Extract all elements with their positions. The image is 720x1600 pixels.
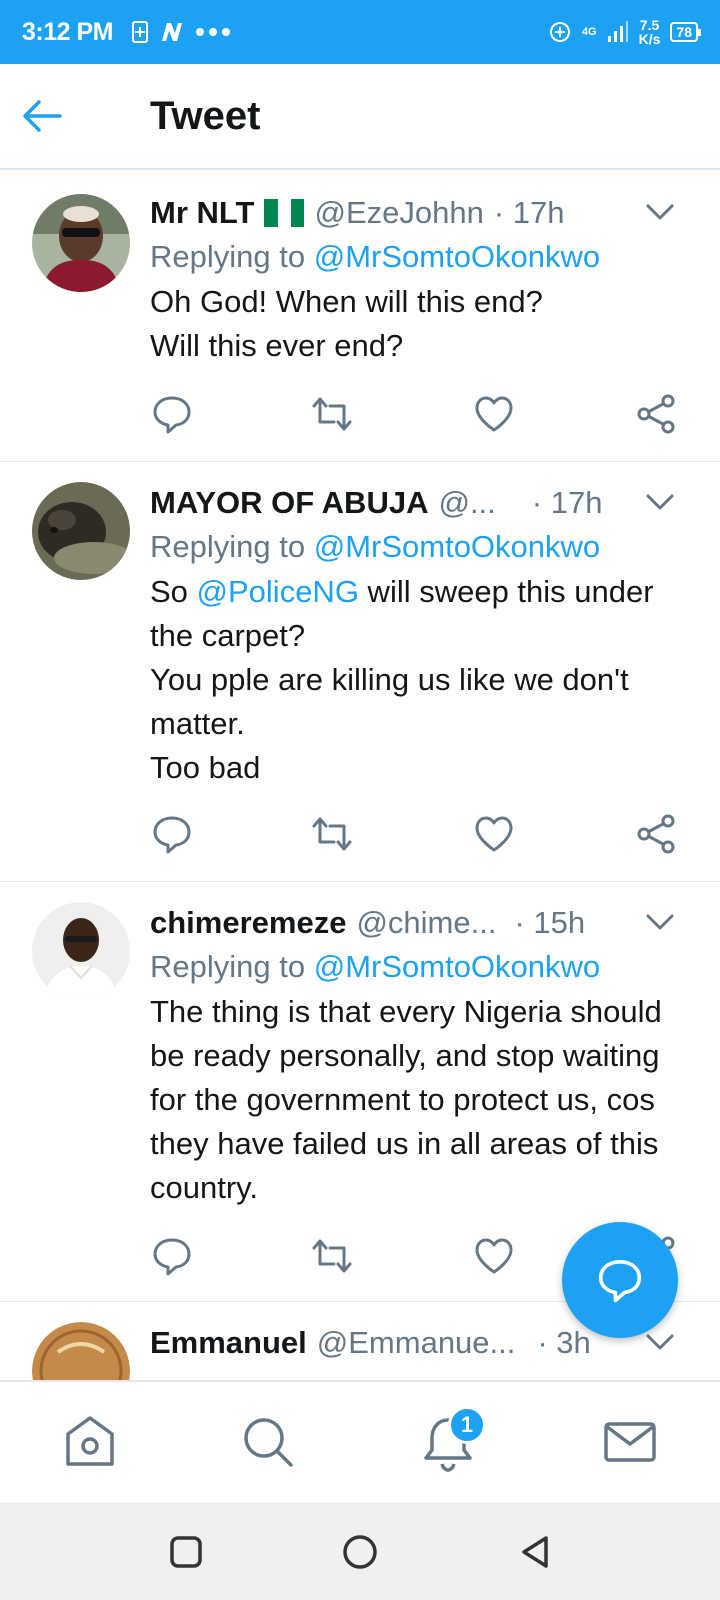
replying-to: Replying to @MrSomtoOkonkwo [150,524,700,570]
home-icon[interactable] [60,1412,120,1472]
replying-mention[interactable]: @MrSomtoOkonkwo [314,949,600,984]
home-circle-icon[interactable] [340,1532,380,1572]
replying-to: Replying to @MrSomtoOkonkwo [150,944,700,990]
author-name[interactable]: MAYOR OF ABUJA [150,482,428,524]
back-button[interactable] [22,86,102,146]
avatar[interactable] [32,194,130,292]
author-handle[interactable]: @chime... [356,902,496,944]
tweet-body: The thing is that every Nigeria should b… [150,994,662,1205]
status-left-icons [131,20,231,44]
tweet-body-line: So @PoliceNG will sweep this under the c… [150,570,700,658]
chevron-down-icon[interactable] [644,488,676,516]
search-icon[interactable] [238,1412,298,1472]
author-handle[interactable]: @Emmanue... [317,1322,516,1364]
back-triangle-icon[interactable] [516,1532,556,1572]
net-speed-value: 7.5 [639,17,660,33]
avatar[interactable] [32,1322,130,1380]
author-name[interactable]: chimeremeze [150,902,346,944]
avatar[interactable] [32,902,130,1000]
tweet-actions [150,790,700,882]
tweet[interactable]: MAYOR OF ABUJA @... · 17h Replying to @M… [0,462,720,882]
reply-timeline[interactable]: Mr NLT @EzeJohhn · 17h Replying to @MrSo… [0,172,720,1380]
replying-prefix: Replying to [150,239,314,274]
notification-badge: 1 [448,1406,486,1444]
tweet-header: MAYOR OF ABUJA @... · 17h [150,482,700,524]
net-speed: 7.5 K/s [639,18,661,46]
sim-card-icon [131,21,148,43]
replying-prefix: Replying to [150,949,314,984]
tweet-body-line: You pple are killing us like we don't ma… [150,662,629,741]
tweet-time: · 17h [493,195,565,230]
like-icon[interactable] [472,812,516,856]
reply-bubble-icon [598,1260,642,1303]
tweet-body: Oh God! When will this end? Will this ev… [150,280,700,368]
signal-icon [607,21,628,42]
author-name[interactable]: Mr NLT [150,192,254,234]
tweet[interactable]: Mr NLT @EzeJohhn · 17h Replying to @MrSo… [0,172,720,462]
replying-mention[interactable]: @MrSomtoOkonkwo [314,239,600,274]
status-time: 3:12 PM [22,17,113,46]
more-dots-icon [195,28,230,36]
retweet-icon[interactable] [310,812,354,856]
chevron-down-icon[interactable] [644,198,676,226]
retweet-icon[interactable] [310,392,354,436]
data-saver-icon [549,22,570,42]
tweet-body-line: Too bad [150,750,261,785]
page-title: Tweet [150,93,261,138]
tweet-body: So @PoliceNG will sweep this under the c… [150,570,700,790]
tweet-time: · 15h [514,905,586,940]
reply-icon[interactable] [150,392,194,436]
reply-icon[interactable] [150,812,194,856]
battery-indicator: 78 [670,22,701,42]
tweet-header: chimeremeze @chime... · 15h [150,902,700,944]
network-type: 4G [581,26,597,38]
system-nav-bar [0,1502,720,1600]
author-name[interactable]: Emmanuel [150,1322,307,1364]
replying-to: Replying to @MrSomtoOkonkwo [150,234,700,280]
arrow-left-icon [23,100,62,132]
avatar[interactable] [32,482,130,580]
bottom-nav: 1 [0,1380,720,1502]
author-handle[interactable]: @... [438,482,495,524]
net-speed-unit: K/s [638,31,661,47]
tweet-body-line: Oh God! When will this end? [150,284,543,319]
nigeria-flag-icon [264,199,305,227]
like-icon[interactable] [472,1234,516,1278]
replying-mention[interactable]: @MrSomtoOkonkwo [314,529,600,564]
replying-prefix: Replying to [150,529,314,564]
share-icon[interactable] [634,392,678,436]
tweet-actions [150,370,700,462]
tweet-header: Mr NLT @EzeJohhn · 17h [150,192,700,234]
compose-reply-button[interactable] [562,1222,678,1338]
chevron-down-icon[interactable] [644,908,676,936]
reply-icon[interactable] [150,1234,194,1278]
recents-icon[interactable] [166,1532,206,1572]
app-header: Tweet [0,64,720,170]
share-icon[interactable] [634,812,678,856]
tweet-time: · 17h [531,485,603,520]
chevron-down-icon[interactable] [644,1328,676,1356]
body-text: So [150,574,197,609]
status-right: 4G 7.5 K/s 78 [548,18,701,46]
body-mention[interactable]: @PoliceNG [197,574,359,609]
like-icon[interactable] [472,392,516,436]
tweet-time: · 3h [537,1325,591,1360]
status-bar: 3:12 PM 4G 7.5 K/s 78 [0,0,720,64]
tweet-body-line: Will this ever end? [150,328,404,363]
n-app-icon [161,23,182,41]
messages-icon[interactable] [600,1412,660,1472]
author-handle[interactable]: @EzeJohhn [314,192,483,234]
retweet-icon[interactable] [310,1234,354,1278]
